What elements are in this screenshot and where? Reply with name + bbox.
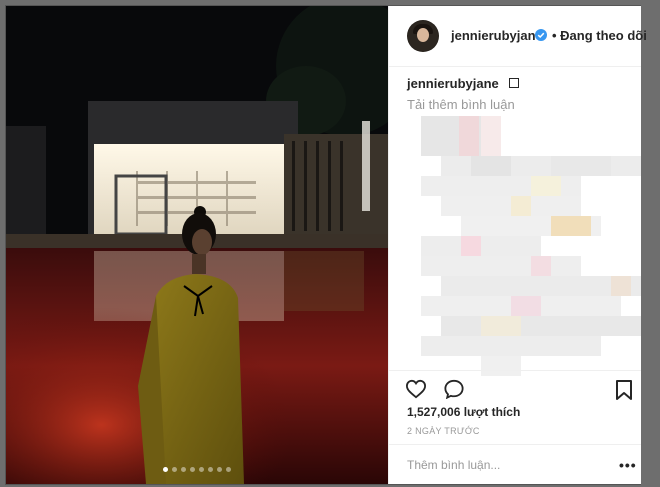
post-header: jennierubyjane • Đang theo dõi: [389, 6, 647, 67]
caption-username[interactable]: jennierubyjane: [407, 76, 499, 91]
post-side-panel: jennierubyjane • Đang theo dõi jennierub…: [388, 6, 647, 485]
post-actions: [389, 370, 641, 403]
bookmark-icon[interactable]: [615, 379, 633, 401]
comment-bubble-icon[interactable]: [443, 379, 465, 399]
carousel-dot[interactable]: [199, 467, 204, 472]
carousel-dot[interactable]: [163, 467, 168, 472]
post-photo[interactable]: [6, 6, 388, 484]
add-comment-input[interactable]: [407, 456, 587, 474]
post-timestamp[interactable]: 2 NGÀY TRƯỚC: [407, 426, 480, 436]
heart-icon[interactable]: [405, 379, 427, 399]
carousel-dot[interactable]: [172, 467, 177, 472]
square-emoji-icon: [509, 78, 519, 88]
add-comment-bar: •••: [389, 444, 641, 485]
pixelated-comments: [421, 116, 641, 376]
verified-badge-icon: [535, 29, 547, 41]
avatar[interactable]: [407, 20, 439, 52]
more-options-button[interactable]: •••: [619, 457, 637, 473]
comments-section: jennierubyjane Tải thêm bình luận: [407, 76, 641, 376]
post-modal: jennierubyjane • Đang theo dõi jennierub…: [6, 6, 647, 485]
carousel-dot[interactable]: [208, 467, 213, 472]
avatar-ring: [407, 20, 439, 52]
carousel-indicator[interactable]: [6, 467, 388, 472]
carousel-dot[interactable]: [181, 467, 186, 472]
carousel-dot[interactable]: [217, 467, 222, 472]
follow-status-button[interactable]: • Đang theo dõi: [552, 28, 647, 43]
likes-count[interactable]: 1,527,006 lượt thích: [407, 405, 520, 419]
carousel-dot[interactable]: [190, 467, 195, 472]
load-more-comments-link[interactable]: Tải thêm bình luận: [407, 97, 515, 112]
carousel-dot[interactable]: [226, 467, 231, 472]
photo-scene: [6, 6, 388, 484]
header-username[interactable]: jennierubyjane: [451, 28, 543, 43]
